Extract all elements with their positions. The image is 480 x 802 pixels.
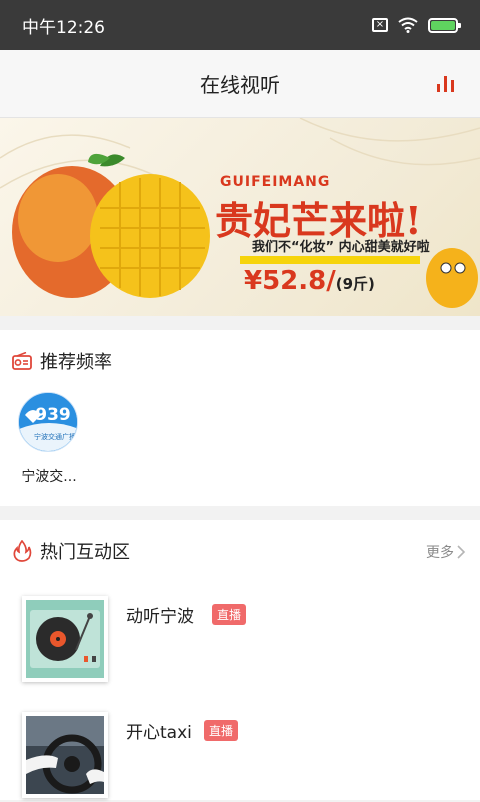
channel-logo-art: 939 宁波交通广播 (19, 393, 77, 451)
item-title: 开心taxi (126, 723, 192, 743)
wifi-icon (398, 17, 418, 33)
banner-brand: GUIFEIMANG (220, 174, 331, 190)
status-time: 中午12:26 (22, 17, 105, 38)
channel-logo-caption: 宁波交通广播 (34, 432, 76, 441)
hot-title: 热门互动区 (40, 542, 130, 563)
channel-name: 宁波交... (21, 469, 77, 485)
title-bar: 在线视听 (0, 50, 480, 118)
item-title: 动听宁波 (126, 607, 194, 627)
more-link[interactable]: 更多 (426, 542, 466, 562)
channel-item[interactable]: 939 宁波交通广播 宁波交... (18, 392, 80, 486)
price-unit: (9斤) (335, 275, 375, 293)
status-icons: × (372, 17, 461, 33)
status-bar: 中午12:26 × (0, 0, 480, 50)
item-thumbnail (22, 596, 108, 682)
banner-price: ¥52.8/(9斤) (244, 266, 375, 296)
item-thumbnail (22, 712, 108, 798)
steering-wheel-image (26, 716, 104, 794)
recommended-header: 推荐频率 (0, 330, 480, 392)
page-title: 在线视听 (200, 73, 280, 97)
equalizer-icon[interactable] (436, 74, 460, 94)
flame-icon (13, 540, 32, 562)
chevron-right-icon (457, 545, 466, 559)
banner-tagline: 我们不“化妆” 内心甜美就好啦 (252, 240, 430, 255)
battery-charging-icon (428, 17, 461, 33)
sim-x-icon: × (372, 18, 388, 32)
recommended-section: 推荐频率 939 宁波交通广播 宁波交... (0, 330, 480, 506)
channel-logo: 939 宁波交通广播 (18, 392, 78, 452)
live-badge: 直播 (212, 604, 247, 625)
price-value: ¥52.8/ (244, 266, 336, 296)
more-label: 更多 (426, 545, 454, 561)
list-item[interactable]: 动听宁波 直播 (22, 596, 462, 686)
hot-section: 热门互动区 更多 动听宁波 直播 开心taxi 直播 (0, 520, 480, 800)
promo-banner[interactable]: GUIFEIMANG 贵妃芒来啦! 我们不“化妆” 内心甜美就好啦 ¥52.8/… (0, 118, 480, 316)
live-badge: 直播 (204, 720, 239, 741)
turntable-image (26, 600, 104, 678)
hot-header: 热门互动区 更多 (0, 520, 480, 582)
radio-icon (12, 352, 32, 370)
list-item[interactable]: 开心taxi 直播 (22, 712, 462, 802)
recommended-title: 推荐频率 (40, 352, 112, 373)
